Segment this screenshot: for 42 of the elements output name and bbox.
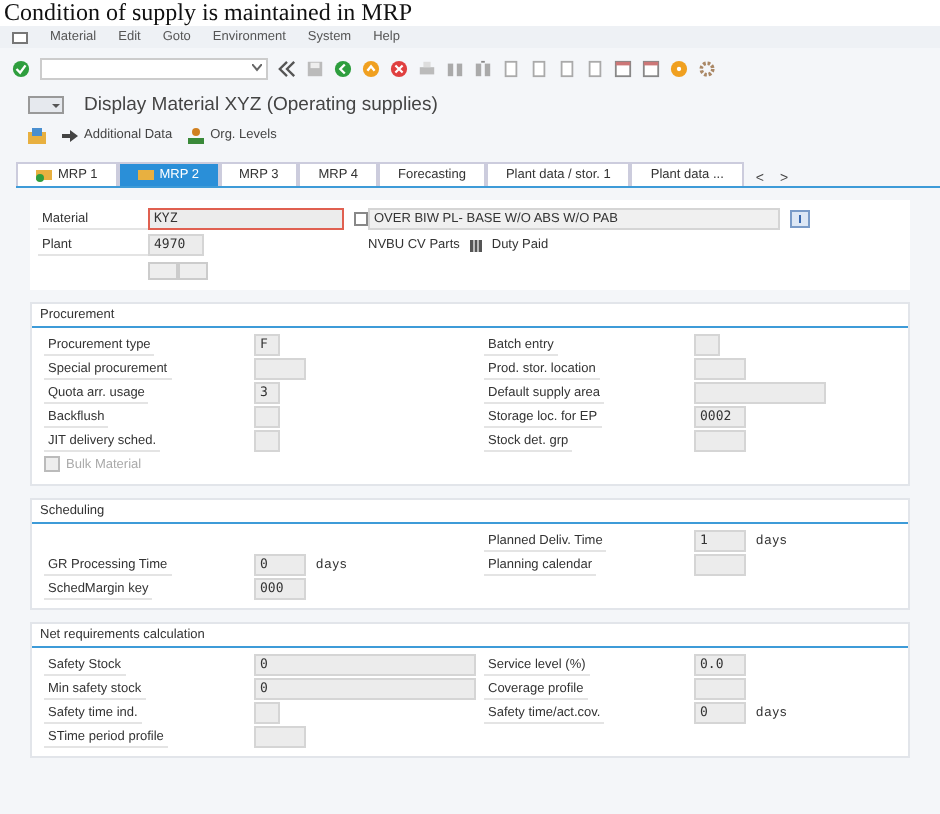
input-field[interactable]: [694, 382, 826, 404]
folder-icon[interactable]: [28, 127, 46, 143]
back-icon[interactable]: [334, 59, 352, 77]
next-page-icon[interactable]: [558, 59, 576, 77]
new-window-icon[interactable]: [614, 59, 632, 77]
input-field[interactable]: [254, 358, 306, 380]
people-icon: [188, 127, 205, 143]
grid-icon: [469, 239, 482, 251]
window-title: Display Material XYZ (Operating supplies): [84, 93, 438, 115]
long-text-icon[interactable]: [354, 212, 368, 226]
input-field[interactable]: [694, 678, 746, 700]
help-icon[interactable]: [670, 59, 688, 77]
check-icon[interactable]: [12, 59, 30, 77]
input-field[interactable]: [694, 358, 746, 380]
command-field[interactable]: [40, 57, 268, 79]
menu-icon[interactable]: [12, 31, 28, 43]
input-field[interactable]: [254, 406, 280, 428]
caret-icon[interactable]: [252, 64, 262, 72]
save-icon[interactable]: [306, 59, 324, 77]
last-page-icon[interactable]: [586, 59, 604, 77]
input-field[interactable]: [694, 430, 746, 452]
print-icon[interactable]: [418, 59, 436, 77]
input-field[interactable]: [254, 726, 306, 748]
input-field[interactable]: [254, 430, 280, 452]
screen-menu-icon[interactable]: [28, 95, 64, 113]
double-chevron-icon[interactable]: [278, 59, 296, 77]
exit-icon[interactable]: [362, 59, 380, 77]
first-page-icon[interactable]: [502, 59, 520, 77]
arrow-icon: [62, 129, 78, 141]
input-field[interactable]: [254, 702, 280, 724]
settings-icon[interactable]: [698, 59, 716, 77]
shortcut-icon[interactable]: [642, 59, 660, 77]
previous-page-icon[interactable]: [530, 59, 548, 77]
find-next-icon[interactable]: [474, 59, 492, 77]
info-icon[interactable]: [790, 210, 810, 228]
find-icon[interactable]: [446, 59, 464, 77]
input-field[interactable]: [694, 554, 746, 576]
cancel-icon[interactable]: [390, 59, 408, 77]
document-caption: Condition of supply is maintained in MRP: [0, 0, 940, 26]
copy-icon[interactable]: [178, 262, 208, 280]
input-field[interactable]: [694, 334, 720, 356]
edit-icon[interactable]: [148, 262, 178, 280]
